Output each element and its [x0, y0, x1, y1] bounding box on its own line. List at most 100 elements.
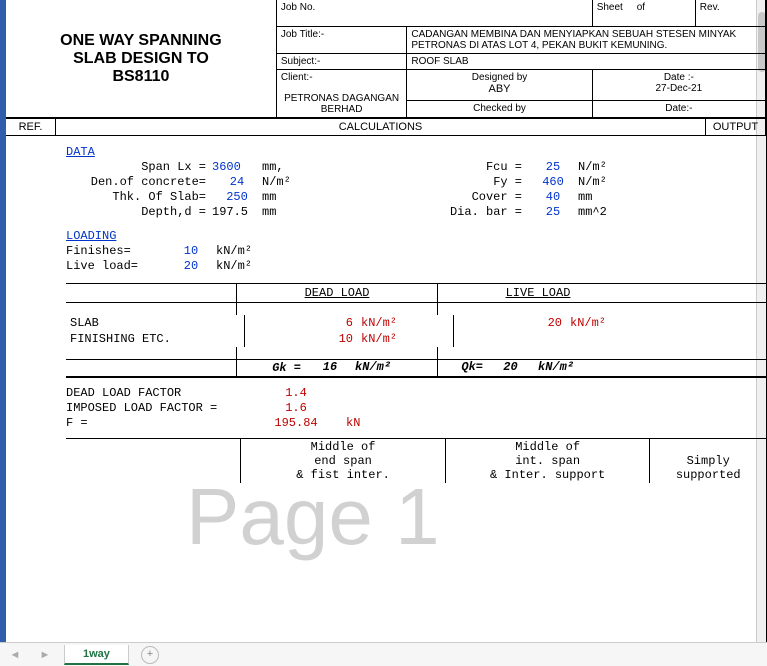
job-title-label: Job Title:- — [281, 29, 324, 40]
f-unit: kN — [336, 416, 386, 430]
qk-label: Qk= — [438, 360, 483, 376]
tab-prev-icon[interactable]: ◄ — [10, 649, 21, 661]
finishing-dead-unit: kN/m² — [361, 331, 454, 347]
gk-value: 16 — [305, 360, 355, 376]
finishes-value: 10 — [166, 244, 216, 258]
finishes-label: Finishes= — [66, 244, 166, 258]
live-load-header: LIVE LOAD — [438, 284, 638, 302]
main-title-line3: BS8110 — [10, 68, 272, 86]
calc-col-header: CALCULATIONS — [56, 119, 706, 136]
finishes-unit: kN/m² — [216, 244, 252, 258]
dia-value: 25 — [528, 205, 578, 219]
fcu-label: Fcu = — [402, 160, 528, 174]
imposed-factor-label: IMPOSED LOAD FACTOR = — [66, 401, 256, 415]
fcu-unit: N/m² — [578, 160, 607, 174]
depth-unit: mm — [262, 205, 312, 219]
dia-unit: mm^2 — [578, 205, 607, 219]
finishing-load-row: FINISHING ETC. 10 kN/m² — [66, 331, 766, 347]
fy-value: 460 — [528, 175, 578, 189]
thk-label: Thk. Of Slab= — [66, 190, 212, 204]
gk-qk-row: Gk = 16 kN/m² Qk= 20 kN/m² — [66, 359, 766, 377]
band4-l2: supported — [654, 468, 762, 482]
load-table: DEAD LOAD LIVE LOAD SLAB 6 kN/m² 20 kN/m… — [66, 283, 766, 378]
sheet-label: Sheet — [597, 2, 623, 13]
tab-next-icon[interactable]: ► — [40, 649, 51, 661]
band3-l1: Middle of — [450, 440, 646, 454]
span-unit: mm, — [262, 160, 312, 174]
depth-value: 197.5 — [212, 205, 262, 219]
checked-by-label: Checked by — [473, 103, 526, 114]
dia-label: Dia. bar = — [402, 205, 528, 219]
qk-value: 20 — [483, 360, 538, 376]
client-label: Client:- — [281, 72, 313, 83]
band3-l2: int. span — [450, 454, 646, 468]
liveload-unit: kN/m² — [216, 259, 252, 273]
cover-label: Cover = — [402, 190, 528, 204]
slab-load-row: SLAB 6 kN/m² 20 kN/m² — [66, 315, 766, 331]
loading-heading: LOADING — [66, 229, 116, 243]
den-label: Den.of concrete= — [66, 175, 212, 189]
qk-unit: kN/m² — [538, 360, 628, 376]
band3-l3: & Inter. support — [450, 468, 646, 482]
f-label: F = — [66, 416, 256, 430]
slab-live-value: 20 — [454, 315, 570, 331]
liveload-label: Live load= — [66, 259, 166, 273]
thk-value: 250 — [212, 190, 262, 204]
subject-label: Subject:- — [281, 56, 320, 67]
band4-l1: Simply — [654, 454, 762, 468]
band2-l1: Middle of — [245, 440, 441, 454]
fy-unit: N/m² — [578, 175, 607, 189]
data-heading: DATA — [66, 145, 95, 159]
band2-l2: end span — [245, 454, 441, 468]
depth-label: Depth,d = — [66, 205, 212, 219]
plus-icon: + — [147, 648, 153, 660]
den-unit: N/m² — [262, 175, 312, 189]
page: ONE WAY SPANNING SLAB DESIGN TO BS8110 J… — [0, 0, 767, 666]
dead-factor-value: 1.4 — [256, 386, 336, 400]
finishing-dead-value: 10 — [245, 331, 361, 347]
client-value: PETRONAS DAGANGAN BERHAD — [281, 93, 403, 115]
watermark: Page 1 — [186, 471, 440, 563]
output-col-header: OUTPUT — [706, 119, 766, 136]
sheet-tab-bar: ◄ ► 1way + — [0, 642, 767, 666]
calc-column-header: REF. CALCULATIONS OUTPUT — [6, 118, 766, 136]
ref-col-header: REF. — [6, 119, 56, 136]
gk-label: Gk = — [237, 360, 305, 376]
slab-label: SLAB — [66, 315, 245, 331]
subject-value: ROOF SLAB — [407, 54, 766, 70]
fy-label: Fy = — [402, 175, 528, 189]
slab-dead-value: 6 — [245, 315, 361, 331]
date-value: 27-Dec-21 — [655, 83, 702, 94]
fcu-value: 25 — [528, 160, 578, 174]
cover-unit: mm — [578, 190, 592, 204]
span-label: Span Lx = — [66, 160, 212, 174]
job-no-label: Job No. — [281, 2, 315, 13]
slab-live-unit: kN/m² — [570, 315, 662, 331]
span-value: 3600 — [212, 160, 262, 174]
gk-unit: kN/m² — [355, 360, 438, 376]
job-title-value: CADANGAN MEMBINA DAN MENYIAPKAN SEBUAH S… — [407, 27, 766, 54]
designed-by-label: Designed by — [472, 72, 528, 83]
f-value: 195.84 — [256, 416, 336, 430]
liveload-value: 20 — [166, 259, 216, 273]
tab-nav-arrows[interactable]: ◄ ► — [0, 649, 60, 661]
sheet-tab-1way[interactable]: 1way — [64, 645, 129, 665]
load-factors: DEAD LOAD FACTOR 1.4 IMPOSED LOAD FACTOR… — [66, 386, 766, 430]
slab-dead-unit: kN/m² — [361, 315, 454, 331]
date2-label: Date:- — [665, 103, 692, 114]
calculations-body: Page 1 DATA Span Lx = 3600 mm, Fcu = 25 … — [6, 136, 766, 596]
sheet-content: ONE WAY SPANNING SLAB DESIGN TO BS8110 J… — [6, 0, 767, 643]
main-title-line2: SLAB DESIGN TO — [10, 50, 272, 68]
band2-l3: & fist inter. — [245, 468, 441, 482]
finishing-label: FINISHING ETC. — [66, 331, 245, 347]
moment-bands-table: Middle of end span & fist inter. Middle … — [66, 438, 766, 483]
title-block: ONE WAY SPANNING SLAB DESIGN TO BS8110 J… — [6, 0, 766, 118]
add-sheet-button[interactable]: + — [141, 646, 159, 664]
of-label: of — [637, 2, 645, 13]
cover-value: 40 — [528, 190, 578, 204]
imposed-factor-value: 1.6 — [256, 401, 336, 415]
dead-load-header: DEAD LOAD — [237, 284, 438, 302]
date-label: Date :- — [664, 72, 694, 83]
rev-label: Rev. — [700, 2, 720, 13]
designed-by-value: ABY — [489, 83, 511, 95]
